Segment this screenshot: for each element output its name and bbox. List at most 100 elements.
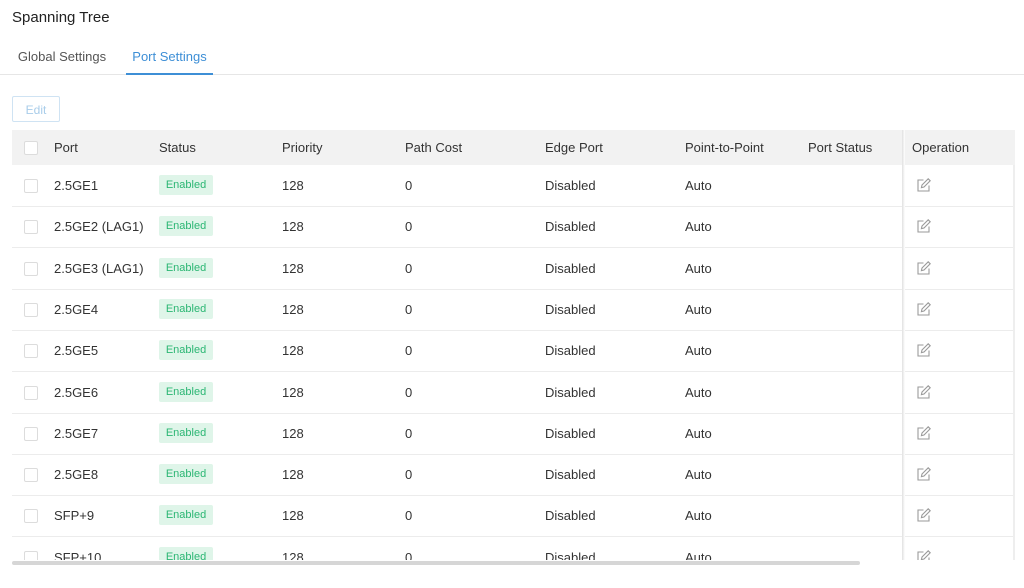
cell-edge-port: Disabled	[545, 384, 596, 400]
row-checkbox[interactable]	[24, 468, 38, 483]
table-row: SFP+9 128 0 Disabled Auto Enabled	[12, 495, 1015, 538]
status-badge: Enabled	[159, 257, 213, 278]
cell-edge-port: Disabled	[545, 508, 596, 524]
edit-icon[interactable]	[916, 549, 932, 560]
cell-port: 2.5GE7	[54, 425, 99, 441]
cell-edge-port: Disabled	[545, 549, 596, 560]
cell-path-cost: 0	[405, 260, 413, 276]
column-header-point-to-point: Point-to-Point	[685, 140, 764, 155]
cell-path-cost: 0	[405, 343, 413, 359]
cell-priority: 128	[282, 343, 304, 359]
edit-icon[interactable]	[916, 384, 932, 400]
port-settings-table: Port Status Priority Path Cost Edge Port…	[12, 130, 1015, 560]
table-row: 2.5GE6 128 0 Disabled Auto Enabled	[12, 372, 1015, 414]
cell-priority: 128	[282, 178, 304, 193]
cell-port: 2.5GE8	[54, 467, 99, 483]
row-checkbox[interactable]	[24, 509, 38, 524]
cell-priority: 128	[282, 384, 304, 400]
cell-point-to-point: Auto	[685, 425, 712, 441]
cell-port: 2.5GE4	[54, 301, 99, 317]
status-badge: Enabled	[159, 505, 213, 526]
cell-port: 2.5GE6	[54, 384, 99, 400]
edit-icon[interactable]	[916, 177, 932, 193]
cell-edge-port: Disabled	[545, 343, 596, 359]
row-checkbox[interactable]	[24, 179, 38, 193]
cell-port: 2.5GE3 (LAG1)	[54, 260, 144, 276]
cell-priority: 128	[282, 549, 304, 560]
column-header-path-cost: Path Cost	[405, 140, 463, 155]
status-badge: Enabled	[159, 298, 213, 319]
tab-port-settings[interactable]: Port Settings	[126, 49, 213, 75]
cell-point-to-point: Auto	[685, 508, 712, 524]
row-checkbox[interactable]	[24, 344, 38, 359]
cell-port: SFP+9	[54, 508, 95, 524]
cell-priority: 128	[282, 219, 304, 235]
cell-point-to-point: Auto	[685, 219, 712, 235]
cell-point-to-point: Auto	[685, 178, 712, 193]
cell-point-to-point: Auto	[685, 343, 712, 359]
page-title: Spanning Tree	[12, 9, 110, 26]
row-checkbox[interactable]	[24, 220, 38, 235]
cell-path-cost: 0	[405, 508, 413, 524]
cell-edge-port: Disabled	[545, 425, 596, 441]
cell-port: 2.5GE5	[54, 343, 99, 359]
row-checkbox[interactable]	[24, 426, 38, 441]
cell-path-cost: 0	[405, 384, 413, 400]
cell-point-to-point: Auto	[685, 301, 712, 317]
edit-icon[interactable]	[916, 260, 932, 276]
cell-priority: 128	[282, 508, 304, 524]
table-row: 2.5GE8 128 0 Disabled Auto Enabled	[12, 454, 1015, 497]
edit-icon[interactable]	[916, 301, 932, 317]
status-badge: Enabled	[159, 546, 213, 560]
select-all-checkbox[interactable]	[24, 141, 38, 155]
row-checkbox[interactable]	[24, 302, 38, 317]
cell-edge-port: Disabled	[545, 178, 596, 193]
table-header: Port Status Priority Path Cost Edge Port…	[12, 130, 1015, 165]
cell-edge-port: Disabled	[545, 301, 596, 317]
cell-edge-port: Disabled	[545, 260, 596, 276]
column-header-port: Port	[54, 140, 78, 155]
edit-icon[interactable]	[916, 425, 932, 441]
fixed-column-divider	[902, 130, 905, 560]
row-checkbox[interactable]	[24, 261, 38, 276]
status-badge: Enabled	[159, 381, 213, 402]
column-header-priority: Priority	[282, 140, 323, 155]
cell-priority: 128	[282, 425, 304, 441]
cell-port: 2.5GE2 (LAG1)	[54, 219, 144, 235]
row-checkbox[interactable]	[24, 550, 38, 560]
edit-icon[interactable]	[916, 342, 932, 358]
cell-port: SFP+10	[54, 549, 102, 560]
table-row: 2.5GE2 (LAG1) 128 0 Disabled Auto Enabled	[12, 206, 1015, 249]
status-badge: Enabled	[159, 175, 213, 195]
vertical-scrollbar[interactable]	[1013, 165, 1015, 560]
tab-bar: Global Settings Port Settings	[0, 44, 1024, 75]
status-badge: Enabled	[159, 464, 213, 485]
table-row: 2.5GE5 128 0 Disabled Auto Enabled	[12, 330, 1015, 373]
cell-port: 2.5GE1	[54, 178, 99, 193]
status-badge: Enabled	[159, 422, 213, 443]
column-header-status: Status	[159, 140, 196, 155]
edit-icon[interactable]	[916, 466, 932, 482]
cell-path-cost: 0	[405, 301, 413, 317]
table-row: SFP+10 128 0 Disabled Auto Enabled	[12, 537, 1015, 560]
cell-point-to-point: Auto	[685, 260, 712, 276]
edit-icon[interactable]	[916, 507, 932, 523]
tab-global-settings[interactable]: Global Settings	[12, 49, 112, 73]
table-row: 2.5GE1 128 0 Disabled Auto Enabled	[12, 165, 1015, 207]
page: Spanning Tree Global Settings Port Setti…	[0, 0, 1024, 588]
cell-edge-port: Disabled	[545, 219, 596, 235]
row-checkbox[interactable]	[24, 385, 38, 400]
cell-path-cost: 0	[405, 549, 413, 560]
status-badge: Enabled	[159, 216, 213, 237]
cell-priority: 128	[282, 260, 304, 276]
cell-edge-port: Disabled	[545, 467, 596, 483]
column-header-port-status: Port Status	[808, 140, 873, 155]
horizontal-scrollbar[interactable]	[12, 561, 860, 565]
table-row: 2.5GE3 (LAG1) 128 0 Disabled Auto Enabled	[12, 248, 1015, 290]
cell-priority: 128	[282, 301, 304, 317]
cell-path-cost: 0	[405, 219, 413, 235]
edit-button[interactable]: Edit	[12, 96, 60, 122]
edit-icon[interactable]	[916, 218, 932, 234]
cell-point-to-point: Auto	[685, 467, 712, 483]
table-row: 2.5GE7 128 0 Disabled Auto Enabled	[12, 413, 1015, 455]
